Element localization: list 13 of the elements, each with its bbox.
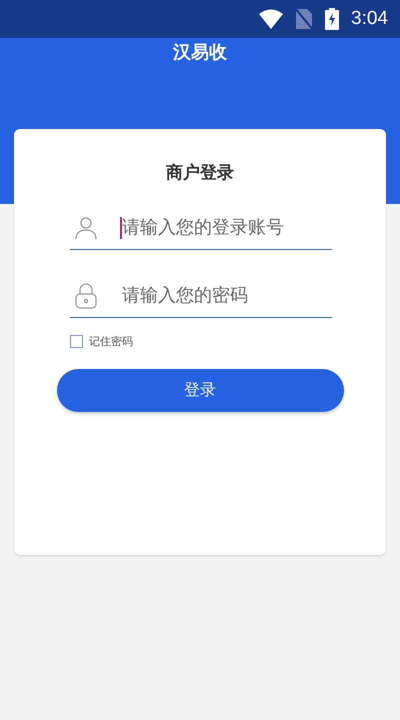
status-time: 3:04 — [351, 8, 388, 30]
remember-label: 记住密码 — [89, 334, 133, 349]
battery-charging-icon — [325, 8, 340, 30]
no-sim-icon — [295, 8, 314, 30]
login-button[interactable]: 登录 — [56, 369, 344, 412]
input-field[interactable]: 请输入您的密码 — [70, 274, 332, 318]
remember-checkbox[interactable] — [70, 335, 83, 348]
wifi-icon — [259, 9, 284, 29]
app-title: 汉易收 — [173, 41, 227, 62]
input-field[interactable]: 请输入您的登录账号 — [70, 206, 332, 250]
user-icon — [74, 216, 98, 240]
login-title: 商户登录 — [166, 162, 234, 184]
lock-icon — [75, 283, 97, 309]
